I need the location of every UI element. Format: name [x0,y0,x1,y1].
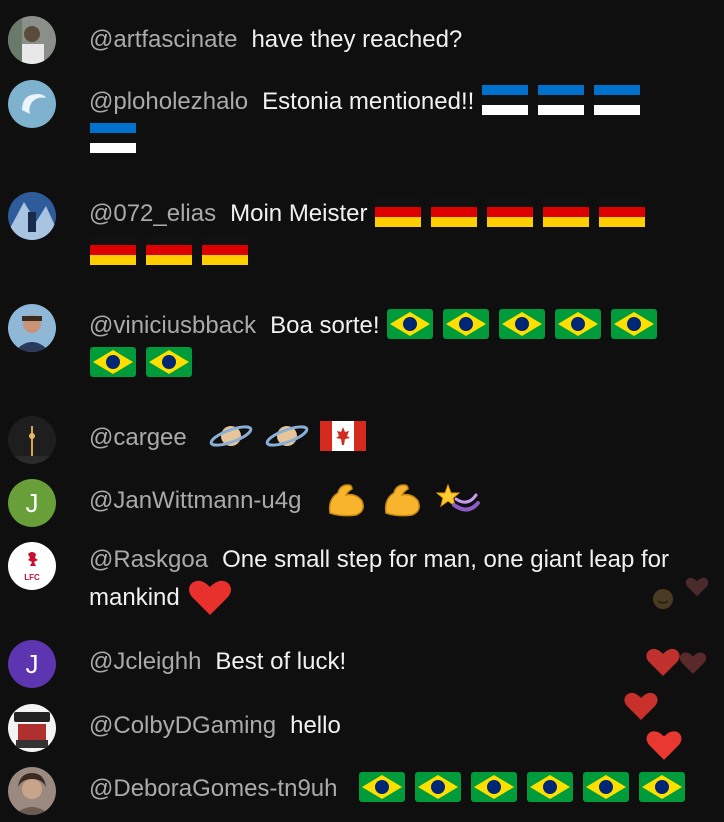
flag-de-icon [430,195,478,229]
flag-br-icon [89,345,137,379]
avatar[interactable] [8,416,56,464]
flag-ee-icon [593,83,641,117]
flag-br-icon [526,770,574,804]
author-name[interactable]: @artfascinate [89,26,237,53]
ringed-planet-icon [207,419,255,453]
avatar[interactable] [8,192,56,240]
svg-text:LFC: LFC [24,573,40,582]
avatar[interactable] [8,704,56,752]
message-text: Best of luck! [215,648,347,675]
author-name[interactable]: @ploholezhalo [89,88,248,115]
avatar[interactable]: J [8,640,56,688]
author-name[interactable]: @DeboraGomes-tn9uh [89,775,337,802]
message-text: Estonia mentioned!! [262,88,475,115]
flag-de-icon [374,195,422,229]
flag-br-icon [554,307,602,341]
flag-de-icon [89,233,137,267]
author-name[interactable]: @viniciusbback [89,312,256,339]
ringed-planet-icon [263,419,311,453]
flag-ca-icon [319,419,367,453]
flexed-biceps-icon [322,479,370,519]
flag-br-icon [442,307,490,341]
author-name[interactable]: @Raskgoa [89,546,208,573]
flag-br-icon [145,345,193,379]
red-heart-icon [186,575,234,617]
flag-br-icon [610,307,658,341]
author-name[interactable]: @Jcleighh [89,648,201,675]
avatar[interactable] [8,80,56,128]
message-text: hello [290,712,341,739]
flag-br-icon [358,770,406,804]
author-name[interactable]: @072_elias [89,200,216,227]
avatar[interactable] [8,767,56,815]
avatar[interactable] [8,16,56,64]
flag-ee-icon [89,121,137,155]
flag-br-icon [470,770,518,804]
author-name[interactable]: @ColbyDGaming [89,712,276,739]
flag-br-icon [582,770,630,804]
flag-de-icon [542,195,590,229]
message-text: have they reached? [251,26,463,53]
live-chat-list: @artfascinate have they reached? @plohole… [0,0,724,822]
flag-br-icon [414,770,462,804]
avatar[interactable]: LFC [8,542,56,590]
avatar[interactable] [8,304,56,352]
avatar[interactable]: J [8,479,56,527]
flag-de-icon [598,195,646,229]
author-name[interactable]: @JanWittmann-u4g [89,487,301,514]
flag-de-icon [201,233,249,267]
flag-br-icon [498,307,546,341]
flag-ee-icon [537,83,585,117]
flag-de-icon [486,195,534,229]
flag-de-icon [145,233,193,267]
flexed-biceps-icon [378,479,426,519]
message-text: Moin Meister [230,200,368,227]
flag-ee-icon [481,83,529,117]
message-text: Boa sorte! [270,312,380,339]
dizzy-icon [434,479,482,519]
flag-br-icon [386,307,434,341]
author-name[interactable]: @cargee [89,424,187,451]
flag-br-icon [638,770,686,804]
